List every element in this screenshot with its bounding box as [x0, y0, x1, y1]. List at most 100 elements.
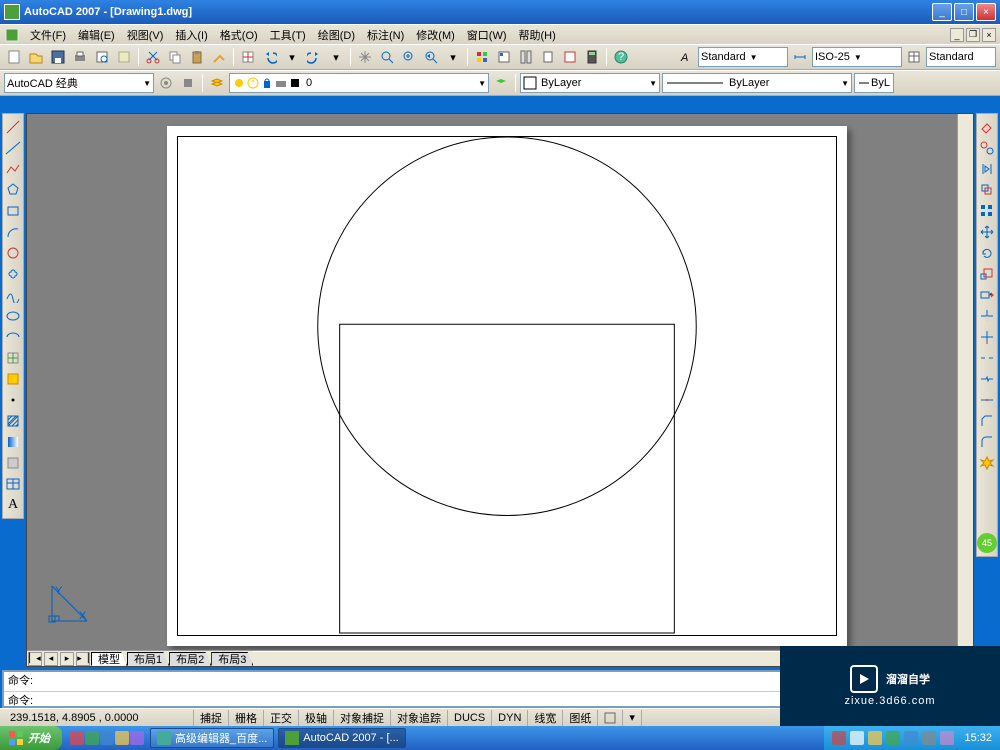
clock[interactable]: 15:32	[964, 732, 992, 744]
stretch-icon[interactable]	[977, 285, 997, 305]
status-badge-icon[interactable]: 45	[977, 533, 997, 553]
table-style-icon[interactable]	[904, 47, 924, 67]
extend-icon[interactable]	[977, 327, 997, 347]
grid-toggle[interactable]: 栅格	[229, 710, 264, 726]
dim-style-dropdown[interactable]: ISO-25▼	[812, 47, 902, 67]
props-icon[interactable]	[472, 47, 492, 67]
layer-manager-icon[interactable]	[207, 73, 227, 93]
preview-icon[interactable]	[92, 47, 112, 67]
line-icon[interactable]	[3, 117, 23, 137]
status-tray-icon[interactable]	[598, 710, 623, 726]
print-icon[interactable]	[70, 47, 90, 67]
lineweight-dropdown[interactable]: ByL	[854, 73, 894, 93]
join-icon[interactable]	[977, 390, 997, 410]
menu-help[interactable]: 帮助(H)	[513, 26, 562, 44]
rotate-icon[interactable]	[977, 243, 997, 263]
copy-icon[interactable]	[165, 47, 185, 67]
tray-7-icon[interactable]	[940, 731, 954, 745]
osnap-toggle[interactable]: 对象捕捉	[334, 710, 391, 726]
tab-next[interactable]: ▸	[60, 652, 74, 666]
region-icon[interactable]	[3, 453, 23, 473]
menu-tools[interactable]: 工具(T)	[264, 26, 312, 44]
cut-icon[interactable]	[143, 47, 163, 67]
lwt-toggle[interactable]: 线宽	[528, 710, 563, 726]
menu-view[interactable]: 视图(V)	[121, 26, 170, 44]
table-icon[interactable]	[3, 474, 23, 494]
menu-draw[interactable]: 绘图(D)	[312, 26, 361, 44]
tab-first[interactable]: ▏◂	[28, 652, 42, 666]
ql-4-icon[interactable]	[115, 731, 129, 745]
menu-window[interactable]: 窗口(W)	[461, 26, 513, 44]
chamfer-icon[interactable]	[977, 411, 997, 431]
markup-icon[interactable]	[560, 47, 580, 67]
fillet-icon[interactable]	[977, 432, 997, 452]
ql-5-icon[interactable]	[130, 731, 144, 745]
tray-5-icon[interactable]	[904, 731, 918, 745]
dim-style-icon[interactable]	[790, 47, 810, 67]
tab-model[interactable]: 模型	[91, 652, 127, 666]
break-icon[interactable]	[977, 348, 997, 368]
move-icon[interactable]	[977, 222, 997, 242]
text-style-dropdown[interactable]: Standard▼	[698, 47, 788, 67]
workspace-save-icon[interactable]	[178, 73, 198, 93]
snap-toggle[interactable]: 捕捉	[194, 710, 229, 726]
array-icon[interactable]	[977, 201, 997, 221]
erase-icon[interactable]	[977, 117, 997, 137]
vscrollbar[interactable]	[957, 114, 973, 650]
arc-icon[interactable]	[3, 222, 23, 242]
menu-format[interactable]: 格式(O)	[214, 26, 264, 44]
tab-layout3[interactable]: 布局3	[211, 652, 253, 666]
trim-icon[interactable]	[977, 306, 997, 326]
polygon-icon[interactable]	[3, 180, 23, 200]
ortho-toggle[interactable]: 正交	[264, 710, 299, 726]
maximize-button[interactable]: □	[954, 3, 974, 21]
sheet-icon[interactable]	[538, 47, 558, 67]
make-block-icon[interactable]	[3, 369, 23, 389]
new-icon[interactable]	[4, 47, 24, 67]
calc-icon[interactable]	[582, 47, 602, 67]
start-button[interactable]: 开始	[0, 726, 62, 750]
copy-obj-icon[interactable]	[977, 138, 997, 158]
ql-1-icon[interactable]	[70, 731, 84, 745]
pline-icon[interactable]	[3, 159, 23, 179]
dyn-toggle[interactable]: DYN	[492, 710, 528, 726]
revcloud-icon[interactable]	[3, 264, 23, 284]
menu-edit[interactable]: 编辑(E)	[72, 26, 121, 44]
zoom-realtime-icon[interactable]	[377, 47, 397, 67]
xline-icon[interactable]	[3, 138, 23, 158]
save-icon[interactable]	[48, 47, 68, 67]
ql-3-icon[interactable]	[100, 731, 114, 745]
undo-icon[interactable]	[260, 47, 280, 67]
tab-prev[interactable]: ◂	[44, 652, 58, 666]
tray-1-icon[interactable]	[832, 731, 846, 745]
offset-icon[interactable]	[977, 180, 997, 200]
menu-file[interactable]: 文件(F)	[24, 26, 72, 44]
menu-dim[interactable]: 标注(N)	[361, 26, 410, 44]
open-icon[interactable]	[26, 47, 46, 67]
task-item-2[interactable]: AutoCAD 2007 - [...	[278, 728, 405, 748]
close-button[interactable]: ×	[976, 3, 996, 21]
insert-icon[interactable]	[3, 348, 23, 368]
text-style-icon[interactable]: A	[676, 47, 696, 67]
gradient-icon[interactable]	[3, 432, 23, 452]
point-icon[interactable]	[3, 390, 23, 410]
doc-close[interactable]: ×	[982, 28, 996, 42]
match-icon[interactable]	[209, 47, 229, 67]
tool-palette-icon[interactable]	[516, 47, 536, 67]
circle-icon[interactable]	[3, 243, 23, 263]
doc-minimize[interactable]: _	[950, 28, 964, 42]
tray-3-icon[interactable]	[868, 731, 882, 745]
layer-prev-icon[interactable]	[491, 73, 511, 93]
redo-drop-icon[interactable]: ▾	[326, 47, 346, 67]
zoom-prev-icon[interactable]	[421, 47, 441, 67]
ducs-toggle[interactable]: DUCS	[448, 710, 492, 726]
ellipse-icon[interactable]	[3, 306, 23, 326]
tray-2-icon[interactable]	[850, 731, 864, 745]
dc-icon[interactable]	[494, 47, 514, 67]
layer-dropdown[interactable]: 0 ▼	[229, 73, 489, 93]
mtext-icon[interactable]: A	[3, 495, 23, 515]
ql-2-icon[interactable]	[85, 731, 99, 745]
tray-6-icon[interactable]	[922, 731, 936, 745]
block-icon[interactable]	[238, 47, 258, 67]
workspace-settings-icon[interactable]	[156, 73, 176, 93]
